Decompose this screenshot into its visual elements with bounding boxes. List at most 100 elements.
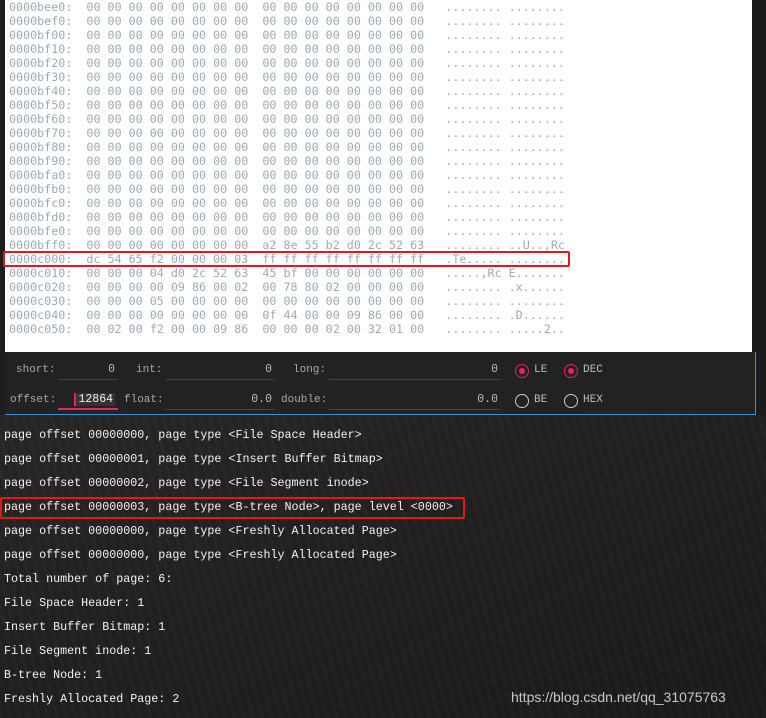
hex-ascii: ........ ........ (445, 112, 565, 126)
hex-ascii: ........ ........ (445, 42, 565, 56)
hex-ascii: ........ ........ (445, 98, 565, 112)
hex-bytes-group-2: 00 00 00 00 00 00 00 00 (262, 210, 425, 224)
hex-ascii: ........ ........ (445, 70, 565, 84)
hex-address: 0000bf90: (9, 154, 73, 168)
hex-bytes-group-1: 00 00 00 00 00 00 00 00 (86, 140, 249, 154)
hex-bytes-group-2: 00 00 00 00 00 00 00 00 (262, 182, 425, 196)
hex-ascii: ........ .x...... (445, 280, 565, 294)
hex-bytes-group-2: 00 00 00 00 00 00 00 00 (262, 14, 425, 28)
hex-bytes-group-1: 00 00 00 00 00 00 00 00 (86, 308, 249, 322)
be-label: BE (534, 394, 548, 406)
hex-address: 0000bf60: (9, 112, 73, 126)
dec-label: DEC (583, 364, 603, 376)
console-line: page offset 00000000, page type <Freshly… (4, 524, 397, 538)
hex-address: 0000bee0: (9, 0, 73, 14)
hex-bytes-group-1: 00 00 00 04 d0 2c 52 63 (86, 266, 249, 280)
hex-ascii: ........ ........ (445, 28, 565, 42)
double-field[interactable]: 0.0 (329, 390, 501, 410)
hex-row: 0000bf80: 00 00 00 00 00 00 00 00 00 00 … (9, 140, 565, 154)
hex-ascii: ........ ........ (445, 84, 565, 98)
hex-bytes-group-2: 00 00 00 00 00 00 00 00 (262, 112, 425, 126)
hex-ascii: .....,Rc E....... (445, 266, 565, 280)
hex-bytes-group-1: 00 00 00 00 00 00 00 00 (86, 98, 249, 112)
hex-ascii: ........ ........ (445, 126, 565, 140)
hex-row: 0000c040: 00 00 00 00 00 00 00 00 0f 44 … (9, 308, 565, 322)
hex-bytes-group-1: 00 00 00 00 00 00 00 00 (86, 112, 249, 126)
le-radio[interactable] (515, 364, 529, 378)
highlight-box-hex-row (3, 251, 570, 267)
hex-address: 0000bf00: (9, 28, 73, 42)
hex-ascii: ........ ........ (445, 196, 565, 210)
hex-bytes-group-1: 00 00 00 00 00 00 00 00 (86, 70, 249, 84)
hex-bytes-group-1: 00 00 00 00 09 86 00 02 (86, 280, 249, 294)
hex-row: 0000bf30: 00 00 00 00 00 00 00 00 00 00 … (9, 70, 565, 84)
offset-label: offset: (10, 394, 57, 406)
hex-address: 0000bfa0: (9, 168, 73, 182)
console-line: page offset 00000000, page type <File Sp… (4, 428, 362, 442)
dec-radio[interactable] (564, 364, 578, 378)
float-label: float: (124, 394, 164, 406)
hex-bytes-group-1: 00 00 00 05 00 00 00 00 (86, 294, 249, 308)
hex-row: 0000bfe0: 00 00 00 00 00 00 00 00 00 00 … (9, 224, 565, 238)
be-radio[interactable] (515, 394, 529, 408)
hex-bytes-group-1: 00 00 00 00 00 00 00 00 (86, 224, 249, 238)
hex-bytes-group-1: 00 00 00 00 00 00 00 00 (86, 168, 249, 182)
hex-bytes-group-2: 00 00 00 00 00 00 00 00 (262, 42, 425, 56)
hex-bytes-group-2: 00 00 00 00 00 00 00 00 (262, 28, 425, 42)
hex-view[interactable]: 0000bee0: 00 00 00 00 00 00 00 00 00 00 … (5, 0, 752, 352)
hex-address: 0000bf40: (9, 84, 73, 98)
watermark: https://blog.csdn.net/qq_31075763 (511, 689, 726, 705)
hex-row: 0000bfa0: 00 00 00 00 00 00 00 00 00 00 … (9, 168, 565, 182)
hex-row: 0000bf50: 00 00 00 00 00 00 00 00 00 00 … (9, 98, 565, 112)
console-line: Total number of page: 6: (4, 572, 173, 586)
hex-row: 0000bef0: 00 00 00 00 00 00 00 00 00 00 … (9, 14, 565, 28)
hex-address: 0000bfd0: (9, 210, 73, 224)
hex-bytes-group-2: 00 00 00 00 00 00 00 00 (262, 84, 425, 98)
hex-bytes-group-2: 00 00 00 00 00 00 00 00 (262, 154, 425, 168)
data-inspector-panel: short: 0 int: 0 long: 0 offset: 12864 fl… (5, 352, 756, 415)
hex-ascii: ........ ........ (445, 182, 565, 196)
hex-address: 0000bf50: (9, 98, 73, 112)
float-field[interactable]: 0.0 (166, 390, 275, 410)
hex-address: 0000bfb0: (9, 182, 73, 196)
hex-address: 0000bfc0: (9, 196, 73, 210)
hex-label: HEX (583, 394, 603, 406)
hex-row: 0000bee0: 00 00 00 00 00 00 00 00 00 00 … (9, 0, 565, 14)
console-line: File Segment inode: 1 (4, 644, 152, 658)
hex-address: 0000bff0: (9, 238, 73, 252)
long-field[interactable]: 0 (329, 360, 501, 380)
hex-address: 0000bf20: (9, 56, 73, 70)
hex-bytes-group-1: 00 00 00 00 00 00 00 00 (86, 42, 249, 56)
hex-ascii: ........ ........ (445, 168, 565, 182)
hex-bytes-group-1: 00 00 00 00 00 00 00 00 (86, 14, 249, 28)
hex-bytes-group-2: 00 00 00 00 00 00 00 00 (262, 56, 425, 70)
hex-bytes-group-2: a2 8e 55 b2 d0 2c 52 63 (262, 238, 425, 252)
console-line: Freshly Allocated Page: 2 (4, 692, 180, 706)
hex-radio[interactable] (564, 394, 578, 408)
hex-bytes-group-1: 00 00 00 00 00 00 00 00 (86, 84, 249, 98)
hex-bytes-group-1: 00 00 00 00 00 00 00 00 (86, 210, 249, 224)
console-line: File Space Header: 1 (4, 596, 145, 610)
short-field[interactable]: 0 (58, 360, 118, 380)
hex-address: 0000c020: (9, 280, 73, 294)
hex-address: 0000bf10: (9, 42, 73, 56)
short-label: short: (16, 364, 56, 376)
int-label: int: (136, 364, 163, 376)
hex-address: 0000bf30: (9, 70, 73, 84)
hex-row: 0000bf70: 00 00 00 00 00 00 00 00 00 00 … (9, 126, 565, 140)
hex-bytes-group-2: 00 00 00 00 00 00 00 00 (262, 168, 425, 182)
hex-bytes-group-1: 00 00 00 00 00 00 00 00 (86, 0, 249, 14)
offset-field[interactable]: 12864 (58, 390, 118, 410)
hex-address: 0000bf80: (9, 140, 73, 154)
hex-ascii: ........ ........ (445, 294, 565, 308)
int-field[interactable]: 0 (166, 360, 275, 380)
offset-value: 12864 (74, 393, 115, 406)
hex-row: 0000c050: 00 02 00 f2 00 00 09 86 00 00 … (9, 322, 565, 336)
console-line: B-tree Node: 1 (4, 668, 103, 682)
hex-address: 0000bf70: (9, 126, 73, 140)
hex-row: 0000bfb0: 00 00 00 00 00 00 00 00 00 00 … (9, 182, 565, 196)
hex-row: 0000c030: 00 00 00 05 00 00 00 00 00 00 … (9, 294, 565, 308)
hex-ascii: ........ ........ (445, 56, 565, 70)
hex-ascii: ........ ........ (445, 140, 565, 154)
console-line: Insert Buffer Bitmap: 1 (4, 620, 166, 634)
